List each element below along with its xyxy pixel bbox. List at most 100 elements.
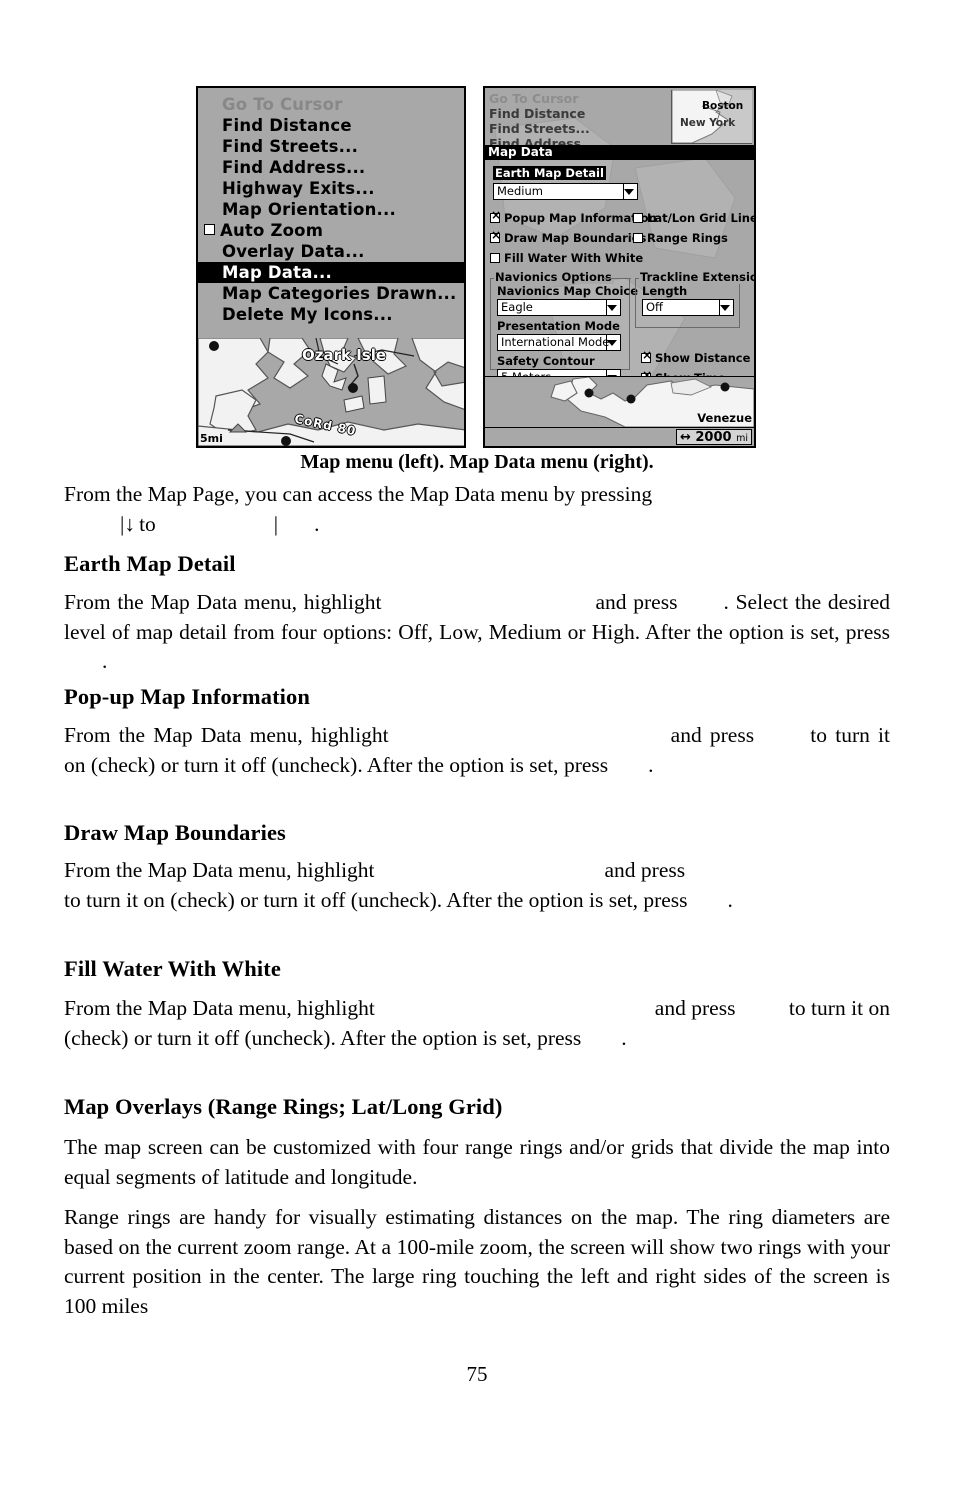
checkbox-popup-map-information[interactable]: Popup Map Information xyxy=(490,209,657,226)
range-rings-paragraph: Range rings are handy for visually estim… xyxy=(64,1203,890,1321)
map-canvas-right[interactable]: Venezue xyxy=(485,376,754,427)
page-number: 75 xyxy=(466,1362,488,1386)
chevron-down-icon[interactable] xyxy=(607,340,617,346)
text-b: and press xyxy=(654,996,736,1020)
text-e: . xyxy=(102,649,108,673)
fill-water-with-white-paragraph: From the Map Data menu, highlight and pre… xyxy=(64,994,890,1053)
map-overlays-text: The map screen can be customized with fo… xyxy=(64,1135,890,1189)
text-c: to turn it on (check) or turn it off (un… xyxy=(64,887,638,912)
heading-map-overlays: Map Overlays (Range Rings; Lat/Long Grid… xyxy=(64,1094,503,1119)
zoom-unit: mi xyxy=(736,433,748,444)
range-rings-text: Range rings are handy for visually estim… xyxy=(64,1205,890,1318)
earth-map-detail-text: From the Map Data menu, highlight and pre… xyxy=(64,588,890,677)
zoom-value: 2000 xyxy=(695,430,732,445)
inset-map: Boston New York xyxy=(671,90,752,144)
checkbox-draw-map-boundaries[interactable]: Draw Map Boundaries xyxy=(490,229,657,246)
text-a: From the Map Data menu, highlight xyxy=(64,996,375,1020)
intro-line-1: From the Map Page, you can access the Ma… xyxy=(64,482,653,506)
safety-contour-label: Safety Contour xyxy=(497,354,595,368)
trackline-length-value: Off xyxy=(646,300,663,314)
menu-item-label: Auto Zoom xyxy=(220,221,324,240)
menu-item-label: Map Data... xyxy=(222,263,332,282)
menu-item-go-to-cursor[interactable]: Go To Cursor xyxy=(198,94,464,115)
map-zoom-bar: ↔ 2000 mi xyxy=(485,427,754,446)
intro-line-2: |↓ to |. xyxy=(64,510,890,540)
trackline-extensions-group: Trackline Extensions Length Off xyxy=(634,270,754,328)
menu-item-find-streets[interactable]: Find Streets... xyxy=(198,136,464,157)
popup-map-information-text: From the Map Data menu, highlight and pre… xyxy=(64,721,890,780)
map-menu-screenshot: Go To Cursor Find Distance Find Streets.… xyxy=(196,86,466,448)
text-d: press xyxy=(563,752,609,777)
navionics-map-choice-value: Eagle xyxy=(501,300,533,314)
menu-item-label: Delete My Icons... xyxy=(222,305,393,324)
presentation-mode-value: International Mode xyxy=(501,335,610,349)
checkbox-icon[interactable] xyxy=(204,224,215,235)
text-d: press xyxy=(537,1025,582,1050)
draw-map-boundaries-line-2: to turn it on (check) or turn it off (un… xyxy=(64,886,890,916)
heading-popup-map-information: Pop-up Map Information xyxy=(64,684,310,709)
menu-item-overlay-data[interactable]: Overlay Data... xyxy=(198,241,464,262)
earth-map-detail-select[interactable]: Medium xyxy=(493,183,638,200)
fill-water-with-white-text: From the Map Data menu, highlight and pre… xyxy=(64,994,890,1053)
menu-item-find-distance[interactable]: Find Distance xyxy=(198,115,464,136)
menu-item-auto-zoom[interactable]: Auto Zoom xyxy=(198,220,464,241)
trackline-length-select[interactable]: Off xyxy=(642,299,734,316)
checkbox-icon[interactable] xyxy=(490,209,501,223)
navionics-map-choice-select[interactable]: Eagle xyxy=(497,299,621,316)
zoom-arrow-icon: ↔ xyxy=(679,430,691,445)
map-data-dialog-title: Map Data xyxy=(485,145,754,160)
inset-city-new-york: New York xyxy=(680,117,736,129)
checkbox-range-rings[interactable]: Range Rings xyxy=(633,230,754,246)
menu-item-label: Find Address... xyxy=(222,158,366,177)
chevron-down-icon[interactable] xyxy=(607,305,617,311)
map-menu-list[interactable]: Go To Cursor Find Distance Find Streets.… xyxy=(198,88,464,325)
checkbox-icon[interactable] xyxy=(490,229,501,243)
menu-item-label: Go To Cursor xyxy=(222,95,343,114)
text-a: From the Map Data menu, highlight xyxy=(64,858,375,882)
chevron-down-icon[interactable] xyxy=(624,189,634,195)
figure-caption: Map menu (left). Map Data menu (right). xyxy=(300,451,654,473)
intro-period: . xyxy=(314,511,320,536)
navionics-options-title: Navionics Options xyxy=(493,270,614,284)
chevron-down-icon[interactable] xyxy=(720,305,730,311)
checkbox-icon[interactable] xyxy=(633,213,643,223)
earth-map-detail-paragraph: From the Map Data menu, highlight and pre… xyxy=(64,588,890,677)
arrow-down-icon: ↓ xyxy=(124,511,136,536)
checkbox-show-distance[interactable]: Show Distance xyxy=(641,349,750,366)
menu-item-delete-my-icons[interactable]: Delete My Icons... xyxy=(198,304,464,325)
text-d: press xyxy=(643,887,688,912)
draw-map-boundaries-line-1: From the Map Data menu, highlight and pre… xyxy=(64,856,890,886)
checkbox-icon[interactable] xyxy=(490,253,500,263)
heading-earth-map-detail: Earth Map Detail xyxy=(64,551,236,576)
map-data-menu-screenshot: Go To Cursor Find Distance Find Streets.… xyxy=(483,86,756,448)
heading-fill-water-with-white: Fill Water With White xyxy=(64,956,281,981)
menu-item-map-data[interactable]: Map Data... xyxy=(198,262,464,283)
presentation-mode-select[interactable]: International Mode xyxy=(497,334,621,351)
text-e: . xyxy=(621,1025,627,1050)
earth-map-detail-value: Medium xyxy=(497,184,543,198)
map-canvas-left[interactable]: Ozark Isle CoRd 80 5mi xyxy=(198,338,464,446)
map-place-label: Ozark Isle xyxy=(302,346,387,364)
text-b: and press xyxy=(604,858,686,882)
menu-item-map-categories-drawn[interactable]: Map Categories Drawn... xyxy=(198,283,464,304)
checkbox-label: Fill Water With White xyxy=(504,251,644,265)
checkbox-fill-water-with-white[interactable]: Fill Water With White xyxy=(490,250,657,266)
menu-item-map-orientation[interactable]: Map Orientation... xyxy=(198,199,464,220)
checkbox-label: Range Rings xyxy=(647,231,728,245)
intro-to-word: to xyxy=(139,511,156,536)
menu-item-label: Map Categories Drawn... xyxy=(222,284,457,303)
checkbox-icon[interactable] xyxy=(633,233,643,243)
zoom-range-indicator: ↔ 2000 mi xyxy=(675,429,752,445)
map-data-dialog-body: Earth Map Detail Medium Popup Map Inform… xyxy=(485,160,754,386)
map-country-label: Venezue xyxy=(697,411,752,425)
document-page: Go To Cursor Find Distance Find Streets.… xyxy=(0,0,954,1487)
checkbox-lat-lon-grid-lines[interactable]: Lat/Lon Grid Lines xyxy=(633,210,754,226)
figure-screenshots: Go To Cursor Find Distance Find Streets.… xyxy=(196,86,756,448)
navionics-map-choice-label: Navionics Map Choice xyxy=(497,284,639,298)
checkbox-icon[interactable] xyxy=(641,349,652,363)
menu-item-highway-exits[interactable]: Highway Exits... xyxy=(198,178,464,199)
menu-item-find-address[interactable]: Find Address... xyxy=(198,157,464,178)
map-scale-left: 5mi xyxy=(200,432,223,445)
text-c: . xyxy=(723,590,729,614)
text-e: . xyxy=(648,752,654,777)
